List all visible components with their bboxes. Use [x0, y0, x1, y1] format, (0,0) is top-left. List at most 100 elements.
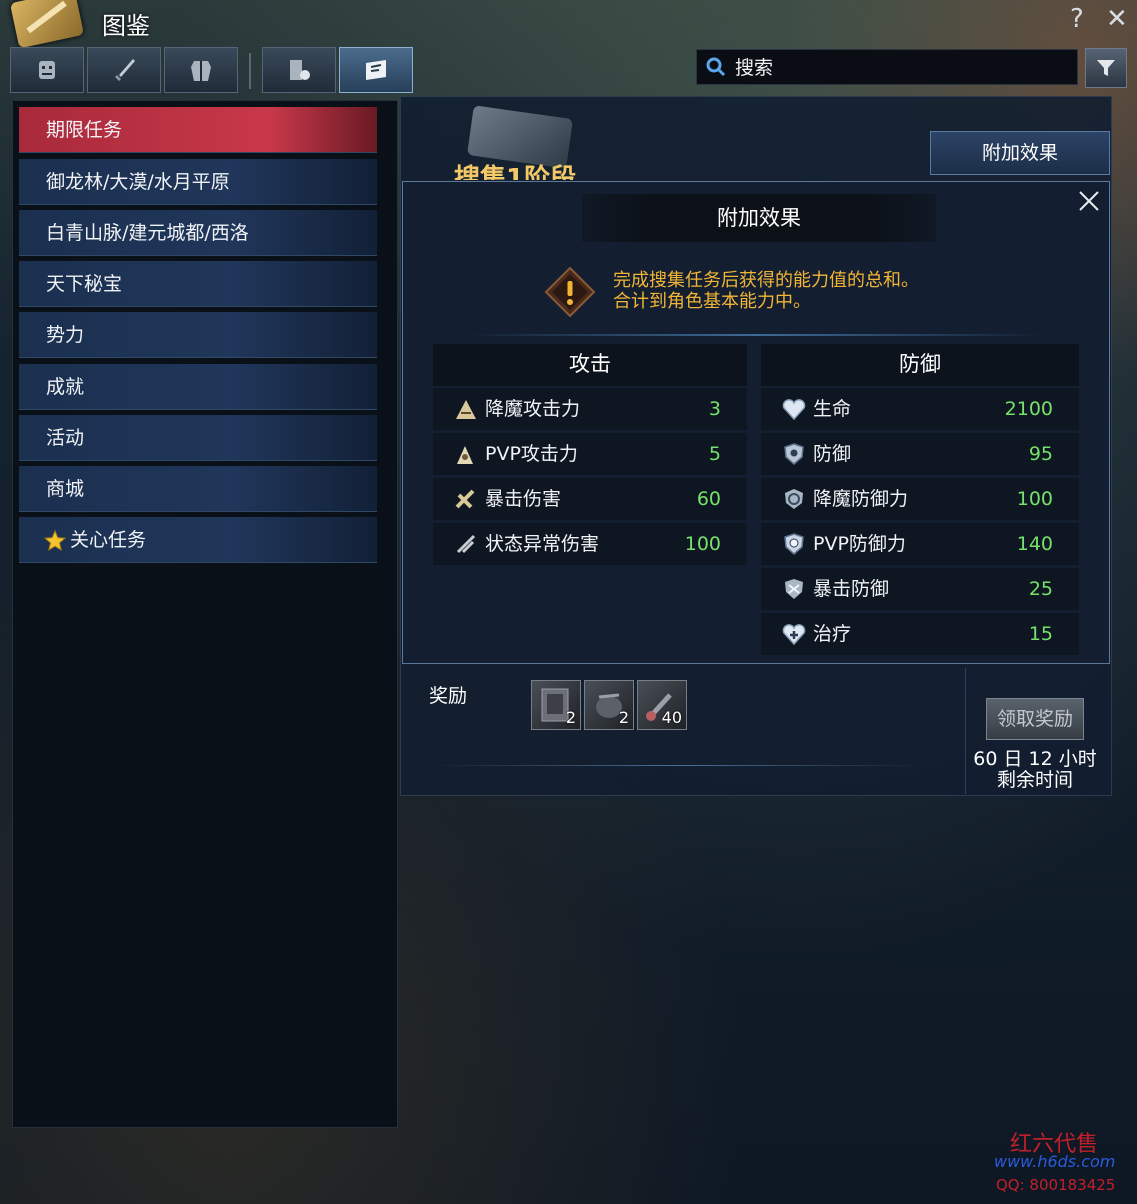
- critical-damage-icon: [455, 489, 475, 509]
- reward-item[interactable]: 2: [531, 680, 581, 730]
- stat-name: 生命: [813, 398, 852, 420]
- stat-name: 状态异常伤害: [485, 533, 600, 555]
- stat-name: 防御: [813, 443, 852, 465]
- sidebar-item-label: 御龙林/大漠/水月平原: [46, 171, 230, 193]
- stat-row: PVP防御力 140: [761, 523, 1079, 565]
- pvp-attack-icon: [457, 446, 473, 464]
- armor-icon: [191, 61, 211, 81]
- popup-divider: [468, 334, 1044, 336]
- watermark-url: www.h6ds.com: [994, 1152, 1116, 1171]
- tab-separator: [249, 53, 251, 89]
- defense-header: 防御: [761, 344, 1079, 386]
- pvp-defense-icon: [784, 533, 804, 555]
- sidebar-item-shop[interactable]: 商城: [19, 466, 377, 512]
- attack-header: 攻击: [433, 344, 747, 386]
- stat-value: 2100: [1004, 398, 1053, 420]
- sidebar-item-limited-quests[interactable]: 期限任务: [19, 107, 377, 153]
- search-box: [696, 49, 1078, 85]
- stat-name: PVP攻击力: [485, 443, 578, 465]
- stat-value: 3: [708, 398, 721, 420]
- sidebar-item-region-1[interactable]: 御龙林/大漠/水月平原: [19, 159, 377, 205]
- stat-row: 防御 95: [761, 433, 1079, 475]
- reward-item[interactable]: 2: [584, 680, 634, 730]
- critical-defense-icon: [785, 579, 803, 599]
- stat-value: 100: [684, 533, 721, 555]
- sword-icon: [115, 59, 135, 81]
- reward-count: 40: [661, 708, 682, 727]
- sidebar-item-label: 势力: [46, 324, 85, 346]
- help-button[interactable]: ?: [1070, 4, 1084, 34]
- sidebar-item-label: 商城: [46, 478, 85, 500]
- sidebar-item-faction[interactable]: 势力: [19, 312, 377, 358]
- title-bar: 图鉴 ? ✕: [0, 0, 1137, 49]
- stat-name: PVP防御力: [813, 533, 906, 555]
- popup-title: 附加效果: [582, 194, 936, 242]
- stat-row: 降魔防御力 100: [761, 478, 1079, 520]
- reward-count: 2: [618, 708, 629, 727]
- demon-defense-icon: [785, 489, 803, 509]
- stat-row: 暴击防御 25: [761, 568, 1079, 610]
- stat-row: 降魔攻击力 3: [433, 388, 747, 430]
- bonus-effect-button[interactable]: 附加效果: [930, 131, 1110, 175]
- sidebar-item-label: 期限任务: [46, 119, 123, 141]
- reward-item[interactable]: 40: [637, 680, 687, 730]
- warning-icon: [544, 266, 596, 318]
- sidebar-item-label: 关心任务: [70, 529, 147, 551]
- heal-icon: [782, 624, 806, 646]
- tab-collection[interactable]: [262, 47, 336, 93]
- tab-weapon[interactable]: [87, 47, 161, 93]
- sidebar-item-label: 白青山脉/建元城都/西洛: [46, 222, 249, 244]
- stat-value: 60: [696, 488, 721, 510]
- sidebar-item-label: 天下秘宝: [46, 273, 123, 295]
- filter-button[interactable]: [1085, 48, 1127, 88]
- sidebar-item-event[interactable]: 活动: [19, 415, 377, 461]
- tab-monster[interactable]: [10, 47, 84, 93]
- stat-value: 100: [1016, 488, 1053, 510]
- book-icon: [290, 60, 310, 80]
- stat-value: 140: [1016, 533, 1053, 555]
- close-button[interactable]: ✕: [1106, 4, 1128, 34]
- notice-line-1: 完成搜集任务后获得的能力值的总和。: [613, 270, 919, 291]
- app-logo: [9, 0, 85, 49]
- stat-row: 暴击伤害 60: [433, 478, 747, 520]
- notice-line-2: 合计到角色基本能力中。: [613, 291, 811, 312]
- reward-count: 2: [565, 708, 576, 727]
- sidebar: 期限任务 御龙林/大漠/水月平原 白青山脉/建元城都/西洛 天下秘宝 势力 成就…: [12, 100, 398, 1128]
- sidebar-item-treasure[interactable]: 天下秘宝: [19, 261, 377, 307]
- stat-row: 生命 2100: [761, 388, 1079, 430]
- stat-name: 治疗: [813, 623, 852, 645]
- sidebar-item-favorites[interactable]: 关心任务: [19, 517, 377, 563]
- stat-row: 状态异常伤害 100: [433, 523, 747, 565]
- reward-divider: [430, 765, 926, 766]
- claim-reward-button[interactable]: 领取奖励: [986, 698, 1084, 740]
- star-icon: [44, 529, 66, 551]
- filter-icon: [1097, 60, 1115, 76]
- stat-value: 5: [708, 443, 721, 465]
- reward-label: 奖励: [429, 685, 468, 707]
- stat-value: 15: [1028, 623, 1053, 645]
- stat-name: 降魔防御力: [813, 488, 909, 510]
- tab-quest-collection[interactable]: [339, 47, 413, 93]
- search-icon: [706, 57, 726, 77]
- stat-name: 暴击伤害: [485, 488, 562, 510]
- sidebar-item-label: 活动: [46, 427, 85, 449]
- tab-armor[interactable]: [164, 47, 238, 93]
- sidebar-item-region-2[interactable]: 白青山脉/建元城都/西洛: [19, 210, 377, 256]
- map-scroll-icon: [366, 60, 386, 80]
- stat-name: 暴击防御: [813, 578, 890, 600]
- stage-title: 搜集1阶段: [454, 164, 577, 180]
- tab-bar: [10, 47, 413, 95]
- sidebar-item-label: 成就: [46, 376, 85, 398]
- popup-close-icon[interactable]: [1076, 188, 1102, 214]
- stat-value: 25: [1028, 578, 1053, 600]
- window-title: 图鉴: [102, 12, 150, 40]
- shield-icon: [784, 443, 804, 465]
- heart-icon: [782, 399, 806, 421]
- demon-attack-icon: [456, 400, 476, 419]
- search-input[interactable]: [733, 54, 1067, 82]
- sidebar-item-achievement[interactable]: 成就: [19, 364, 377, 410]
- monster-icon: [39, 61, 55, 79]
- time-remaining-label: 剩余时间: [996, 769, 1073, 791]
- stat-row: PVP攻击力 5: [433, 433, 747, 475]
- stat-name: 降魔攻击力: [485, 398, 581, 420]
